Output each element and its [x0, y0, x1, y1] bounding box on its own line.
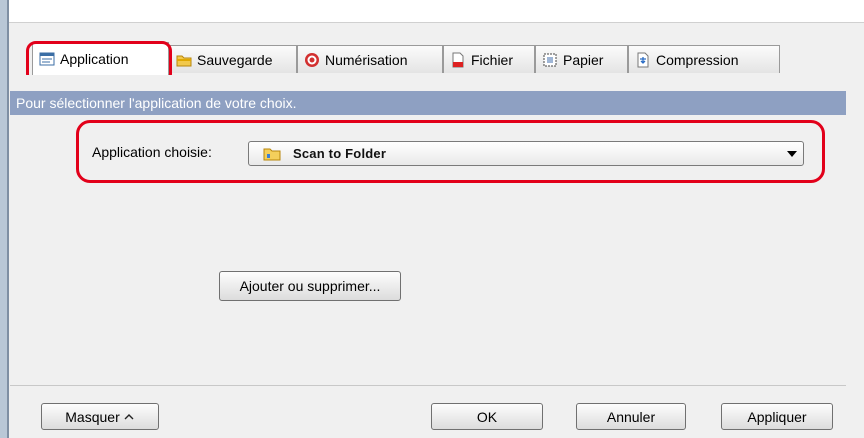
tab-label: Papier: [563, 51, 604, 68]
file-icon: [452, 52, 464, 67]
paper-icon: [543, 53, 557, 66]
hide-button[interactable]: Masquer: [41, 403, 159, 430]
apply-button[interactable]: Appliquer: [721, 403, 833, 430]
chevron-up-icon: [124, 413, 134, 419]
select-highlight-callout: [76, 120, 825, 183]
add-remove-button[interactable]: Ajouter ou supprimer...: [219, 271, 401, 301]
tab-compression[interactable]: Compression: [628, 45, 780, 73]
bottom-separator: [10, 385, 846, 386]
scan-icon: [305, 52, 319, 67]
tab-label: Sauvegarde: [197, 51, 273, 68]
tab-fichier[interactable]: Fichier: [443, 45, 535, 73]
top-bar: [9, 0, 864, 23]
tab-label: Fichier: [471, 51, 514, 68]
compression-icon: [637, 52, 649, 67]
tab-label: Numérisation: [325, 51, 408, 68]
save-folder-icon: [176, 55, 192, 66]
tab-numerisation[interactable]: Numérisation: [297, 45, 443, 73]
hide-button-label: Masquer: [65, 408, 120, 425]
tab-sauvegarde[interactable]: Sauvegarde: [169, 45, 297, 73]
tab-label: Compression: [656, 51, 739, 68]
tab-papier[interactable]: Papier: [535, 45, 628, 73]
window-left-border: [0, 0, 9, 438]
ok-button[interactable]: OK: [431, 403, 543, 430]
cancel-button[interactable]: Annuler: [576, 403, 686, 430]
instruction-banner: Pour sélectionner l'application de votre…: [10, 91, 846, 115]
